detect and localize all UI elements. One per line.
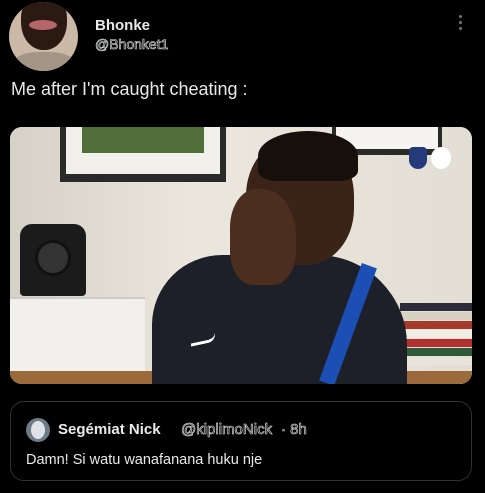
broadcaster-logo-icon <box>431 147 451 169</box>
post-text: Me after I'm caught cheating : <box>11 79 248 99</box>
wall-picture-frame <box>60 127 226 182</box>
avatar-shirt <box>13 52 75 71</box>
quoted-author-name[interactable]: Segémiat Nick <box>58 421 161 438</box>
author-avatar[interactable] <box>9 2 78 71</box>
quoted-author-handle[interactable]: @kiplimoNick <box>181 421 273 439</box>
quoted-author-avatar[interactable] <box>26 418 50 442</box>
author-handle[interactable]: @Bhonket1 <box>95 36 169 53</box>
more-vertical-icon[interactable] <box>455 13 465 33</box>
quoted-post-text: Damn! Si watu wanafanana huku nje <box>26 452 263 468</box>
post-header: Bhonke @Bhonket1 <box>0 0 485 76</box>
person-hand <box>230 189 296 285</box>
books-stack <box>400 303 472 373</box>
author-name[interactable]: Bhonke <box>95 17 150 34</box>
avatar-mouth <box>29 20 57 30</box>
federation-badge-icon <box>409 147 427 169</box>
white-box-shape <box>10 297 145 379</box>
quoted-post[interactable]: Segémiat Nick @kiplimoNick · 8h Damn! Si… <box>10 401 472 481</box>
quoted-post-time[interactable]: · 8h <box>281 421 307 439</box>
post-image[interactable] <box>10 127 472 384</box>
person-hair <box>258 131 358 181</box>
camera-shape <box>20 224 86 296</box>
